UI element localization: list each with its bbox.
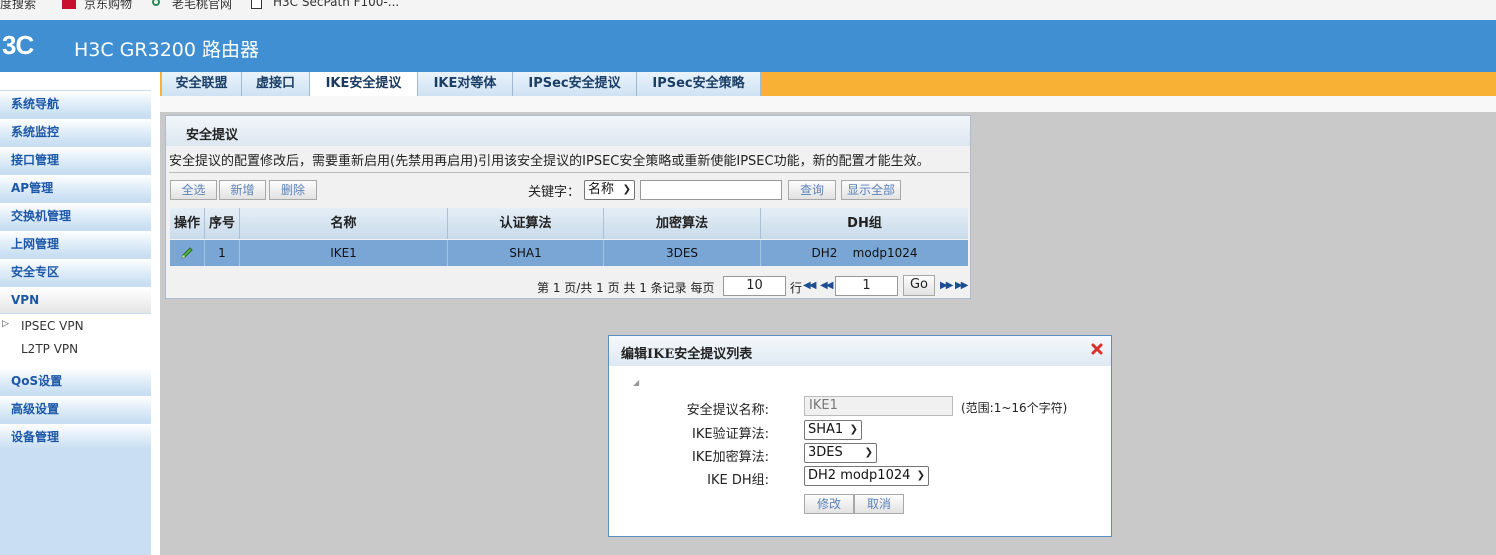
prev-page-icon[interactable]: ◀◀ (820, 280, 833, 291)
keyword-field-value: 名称 (588, 182, 615, 197)
chevron-down-icon: ❯ (622, 184, 631, 195)
auth-algorithm-label: IKE验证算法: (692, 427, 769, 442)
proposal-name-input[interactable]: IKE1 (804, 396, 953, 416)
row-dh: DH2 modp1024 (761, 240, 968, 266)
app-header: 3C H3C GR3200 路由器 (0, 20, 1496, 72)
chevron-down-icon: ❯ (864, 447, 873, 458)
jd-icon (62, 0, 76, 9)
next-page-icon[interactable]: ▶▶ (940, 280, 953, 291)
tab-security-association[interactable]: 安全联盟 (162, 72, 242, 96)
tab-ike-peer[interactable]: IKE对等体 (418, 72, 513, 96)
sidebar-item-security[interactable]: 安全专区 (0, 259, 151, 285)
chevron-down-icon: ❯ (849, 424, 858, 435)
sidebar-subitem-ipsec-vpn[interactable]: IPSEC VPN (21, 319, 84, 333)
tab-ipsec-policy[interactable]: IPSec安全策略 (637, 72, 761, 96)
show-all-button[interactable]: 显示全部 (841, 180, 901, 200)
tab-bar: 安全联盟 虚接口 IKE安全提议 IKE对等体 IPSec安全提议 IPSec安… (160, 72, 1496, 96)
tab-ike-proposal[interactable]: IKE安全提议 (310, 72, 418, 96)
column-header-name[interactable]: 名称 (240, 208, 448, 239)
close-icon[interactable] (1091, 343, 1103, 355)
go-button[interactable]: Go (903, 275, 935, 296)
delete-button[interactable]: 删除 (269, 180, 317, 200)
sidebar-item-interface[interactable]: 接口管理 (0, 147, 151, 173)
chevron-down-icon: ❯ (916, 470, 925, 481)
dialog-title: 编辑IKE安全提议列表 (621, 347, 753, 362)
pager-summary: 第 1 页/共 1 页 共 1 条记录 每页 (537, 281, 715, 295)
auth-algorithm-select[interactable]: SHA1 ❯ (804, 420, 862, 440)
site-icon (152, 0, 160, 6)
dh-group-label: IKE DH组: (707, 473, 769, 488)
row-name: IKE1 (240, 240, 448, 266)
sidebar-item-system-monitor[interactable]: 系统监控 (0, 119, 151, 145)
column-header-action: 操作 (170, 208, 205, 239)
sidebar-item-advanced[interactable]: 高级设置 (0, 396, 151, 422)
page-icon (251, 0, 262, 9)
per-page-input[interactable]: 10 (723, 276, 786, 296)
sidebar-item-device[interactable]: 设备管理 (0, 424, 151, 450)
first-page-icon[interactable]: ◀◀ (803, 280, 816, 291)
last-page-icon[interactable]: ▶▶ (955, 280, 968, 291)
enc-algorithm-label: IKE加密算法: (692, 450, 769, 465)
ike-proposal-table: 操作 序号 名称 认证算法 加密算法 DH组 1 IKE1 SHA1 3DES … (170, 208, 968, 266)
sidebar-divider (151, 72, 157, 555)
cancel-button[interactable]: 取消 (854, 494, 904, 514)
edit-icon[interactable] (170, 240, 205, 266)
sidebar: 系统导航 系统监控 接口管理 AP管理 交换机管理 上网管理 安全专区 VPN … (0, 72, 156, 555)
keyword-field-select[interactable]: 名称 ❯ (584, 180, 635, 200)
keyword-label: 关键字： (528, 185, 581, 200)
sidebar-top-spacer (0, 72, 151, 90)
row-index: 1 (205, 240, 240, 266)
tab-ipsec-proposal[interactable]: IPSec安全提议 (513, 72, 637, 96)
dh-group-value: DH2 modp1024 (808, 468, 911, 483)
modify-button[interactable]: 修改 (804, 494, 854, 514)
sidebar-item-internet[interactable]: 上网管理 (0, 231, 151, 257)
auth-algorithm-value: SHA1 (808, 422, 844, 437)
add-button[interactable]: 新增 (219, 180, 266, 200)
page-title: H3C GR3200 路由器 (74, 39, 259, 61)
sidebar-item-qos[interactable]: QoS设置 (0, 368, 151, 394)
enc-algorithm-select[interactable]: 3DES ❯ (804, 443, 877, 463)
tab-underline-area (160, 96, 1496, 112)
sidebar-item-system-nav[interactable]: 系统导航 (0, 91, 151, 117)
panel-header: 安全提议 (166, 116, 970, 146)
bookmark-jd[interactable]: 京东购物 (84, 0, 132, 12)
sidebar-subitem-l2tp-vpn[interactable]: L2TP VPN (21, 342, 78, 356)
sidebar-item-vpn[interactable]: VPN (0, 287, 151, 313)
arrow-right-icon: ▷ (2, 319, 9, 329)
proposal-name-hint: (范围:1~16个字符) (961, 401, 1068, 415)
ike-proposal-panel: 安全提议 安全提议的配置修改后，需要重新启用(先禁用再启用)引用该安全提议的IP… (165, 115, 971, 299)
row-auth: SHA1 (448, 240, 604, 266)
sidebar-item-ap[interactable]: AP管理 (0, 175, 151, 201)
keyword-input[interactable] (640, 180, 782, 200)
column-header-auth[interactable]: 认证算法 (448, 208, 604, 239)
bookmarks-bar: 百度搜索 京东购物 老毛桃官网 H3C SecPath F100-... (0, 0, 1496, 20)
proposal-name-label: 安全提议名称: (686, 403, 769, 418)
row-enc: 3DES (604, 240, 761, 266)
select-all-button[interactable]: 全选 (170, 180, 217, 200)
dh-group-select[interactable]: DH2 modp1024 ❯ (804, 466, 929, 486)
column-header-dh[interactable]: DH组 (761, 208, 968, 239)
dialog-header: 编辑IKE安全提议列表 (609, 336, 1111, 366)
query-button[interactable]: 查询 (788, 180, 836, 200)
column-header-enc[interactable]: 加密算法 (604, 208, 761, 239)
divider (169, 172, 969, 173)
sidebar-item-switch[interactable]: 交换机管理 (0, 203, 151, 229)
page-number-input[interactable]: 1 (835, 276, 898, 296)
bookmark-h3c[interactable]: H3C SecPath F100-... (273, 0, 399, 9)
tab-virtual-interface[interactable]: 虚接口 (242, 72, 310, 96)
column-header-index: 序号 (205, 208, 240, 239)
bookmark-baidu[interactable]: 百度搜索 (0, 0, 36, 12)
config-notice: 安全提议的配置修改后，需要重新启用(先禁用再启用)引用该安全提议的IPSEC安全… (169, 154, 930, 169)
h3c-logo: 3C (2, 30, 34, 60)
enc-algorithm-value: 3DES (808, 445, 843, 460)
panel-title: 安全提议 (186, 128, 239, 143)
bookmark-laomaotao[interactable]: 老毛桃官网 (172, 0, 232, 12)
edit-ike-proposal-dialog: 编辑IKE安全提议列表 ◢ 安全提议名称: IKE1 (范围:1~16个字符) … (608, 335, 1112, 537)
pager-row-label: 行 (790, 281, 803, 295)
corner-mark: ◢ (633, 378, 640, 387)
